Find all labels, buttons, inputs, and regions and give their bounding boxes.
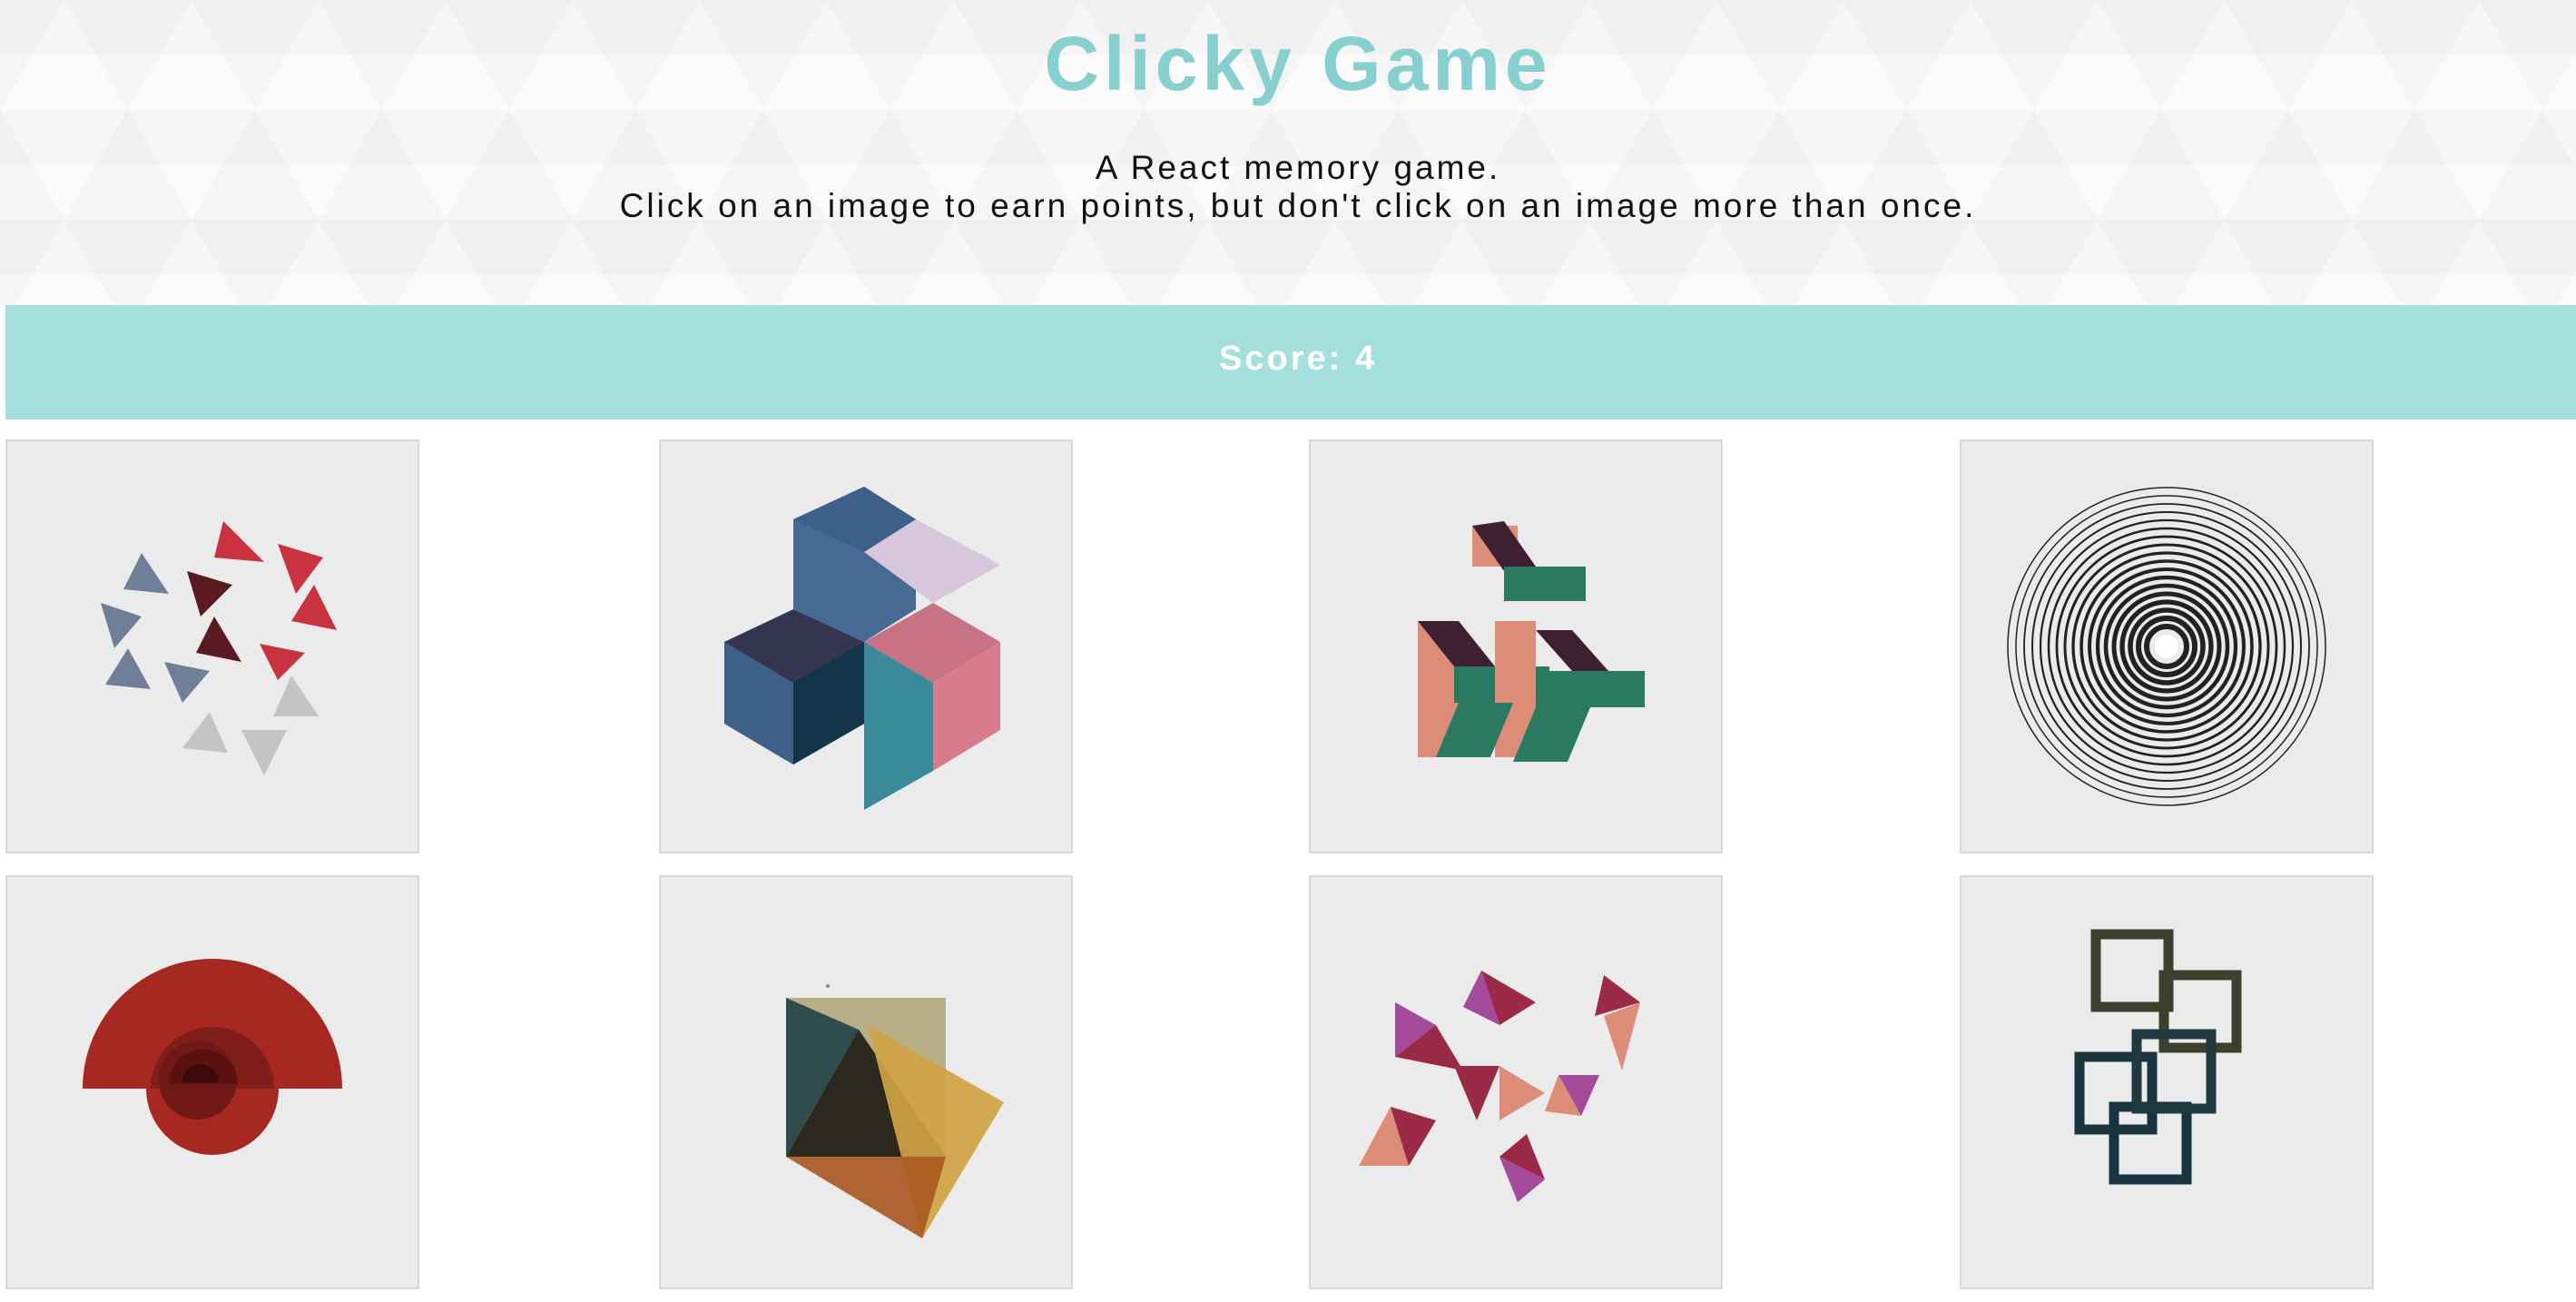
score-label: Score: 4: [1219, 340, 1377, 378]
cubes-art-image: [724, 487, 1000, 810]
image-card-pink-triangles[interactable]: [1309, 875, 1723, 1289]
page-title: Clicky Game: [1044, 21, 1552, 106]
subtitle-line-2: Click on an image to earn points, but do…: [619, 187, 1977, 224]
square-triangles-art-image: [786, 984, 1004, 1238]
image-card-triangles[interactable]: [5, 439, 419, 853]
half-circle-art-image: [83, 959, 342, 1155]
image-card-square-triangles[interactable]: [659, 875, 1073, 1289]
pink-triangles-art-image: [1359, 971, 1640, 1202]
image-card-cubes[interactable]: [659, 439, 1073, 853]
concentric-circles-art-image: [2007, 487, 2326, 806]
image-card-chevron-blocks[interactable]: [1309, 439, 1723, 853]
image-card-linked-squares[interactable]: [1960, 875, 2374, 1289]
image-card-concentric-circles[interactable]: [1960, 439, 2374, 853]
page-header: Clicky Game A React memory game. Click o…: [0, 0, 2576, 305]
image-card-half-circle[interactable]: [5, 875, 419, 1289]
linked-squares-art-image: [2074, 929, 2242, 1185]
chevron-blocks-art-image: [1418, 521, 1645, 762]
triangles-art-image: [101, 521, 337, 775]
subtitle-line-1: A React memory game.: [1095, 149, 1501, 186]
